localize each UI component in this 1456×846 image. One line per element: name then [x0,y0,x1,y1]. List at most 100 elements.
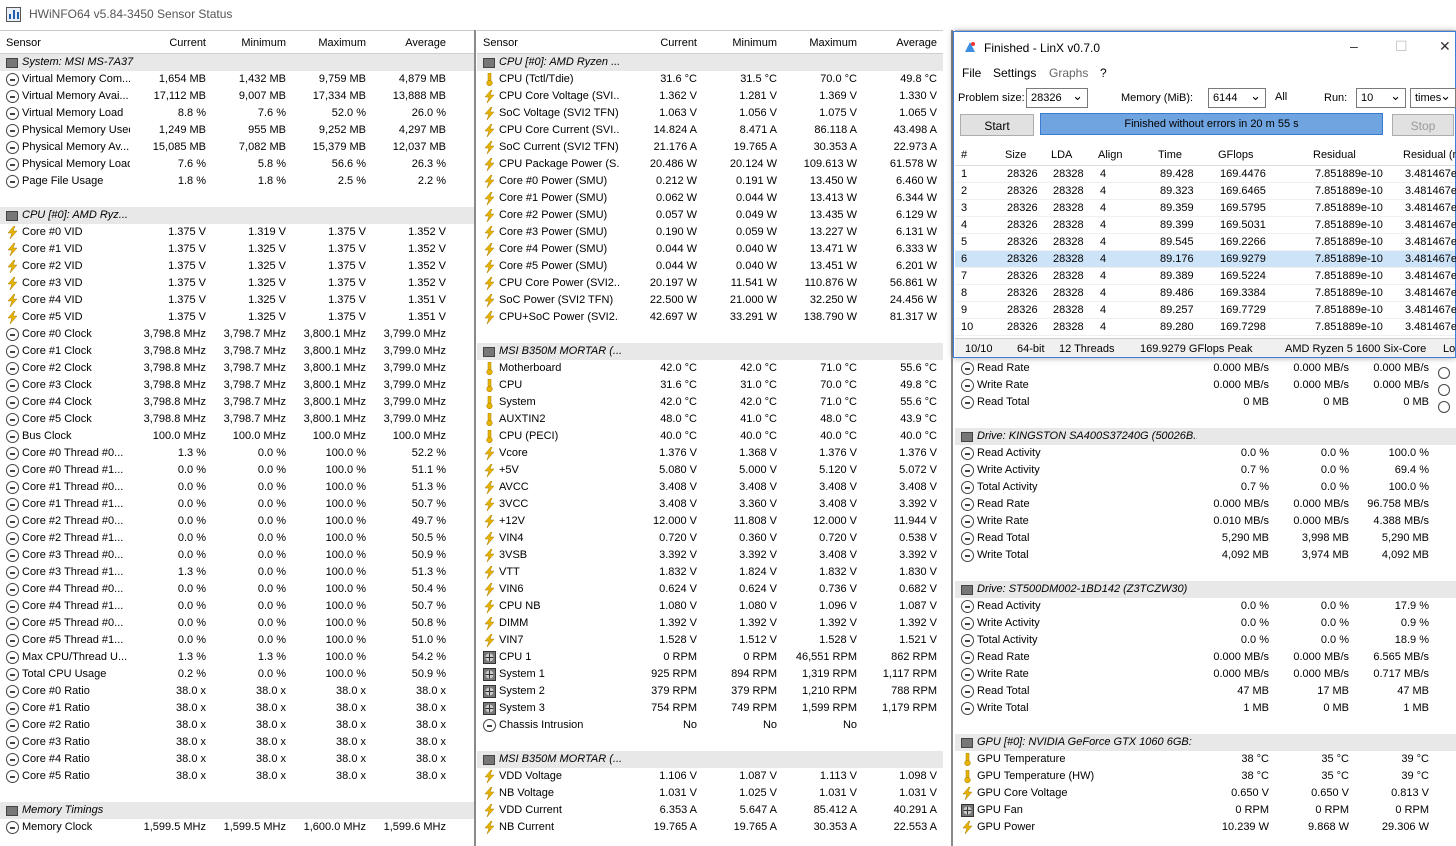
sensor-row[interactable]: Core #1 Thread #0... 0.0 % 0.0 % 100.0 % 51.… [0,479,474,496]
sensor-row[interactable]: CPU Core Current (SVI... 14.824 A 8.471 A 8… [477,122,943,139]
sensor-panel-2[interactable]: Sensor Current Minimum Maximum Average CPU [#… [477,30,943,846]
sensor-row[interactable]: Write Total 1 MB 0 MB 1 MB [955,700,1456,717]
sensor-row[interactable]: Core #1 Power (SMU) 0.062 W 0.044 W 13.413 … [477,190,943,207]
sensor-row[interactable]: Core #4 Clock 3,798.8 MHz 3,798.7 MHz 3,800… [0,394,474,411]
column-header-minimum[interactable]: Minimum [732,37,777,49]
problem-size-select[interactable]: 28326 [1026,88,1088,108]
sensor-row[interactable]: Core #4 Ratio 38.0 x 38.0 x 38.0 x 38.0 x [0,751,474,768]
results-header-cell[interactable]: Residual [1313,149,1356,161]
sensor-row[interactable]: Physical Memory Used 1,249 MB 955 MB 9,252 … [0,122,474,139]
sensor-row[interactable]: Core #2 Clock 3,798.8 MHz 3,798.7 MHz 3,800… [0,360,474,377]
column-header-sensor[interactable]: Sensor [6,37,41,49]
sensor-row[interactable]: System 42.0 °C 42.0 °C 71.0 °C 55.6 °C [477,394,943,411]
results-row[interactable]: 8 28326 28328 4 89.486 169.3384 7.851889e-10 3.… [955,285,1456,302]
sensor-row[interactable]: Write Rate 0.000 MB/s 0.000 MB/s 0.717 MB/s [955,666,1456,683]
sensor-group-header[interactable]: Drive: KINGSTON SA400S37240G (50026B... [955,428,1456,445]
sensor-row[interactable]: Core #5 Thread #0... 0.0 % 0.0 % 100.0 % 50.… [0,615,474,632]
sensor-row[interactable]: Core #5 Ratio 38.0 x 38.0 x 38.0 x 38.0 x [0,768,474,785]
results-row[interactable]: 9 28326 28328 4 89.257 169.7729 7.851889e-10 3.… [955,302,1456,319]
sensor-row[interactable]: Core #5 VID 1.375 V 1.325 V 1.375 V 1.351 V [0,309,474,326]
sensor-row[interactable]: Core #0 Power (SMU) 0.212 W 0.191 W 13.450 … [477,173,943,190]
sensor-row[interactable]: System 3 754 RPM 749 RPM 1,599 RPM 1,179 RPM [477,700,943,717]
sensor-row[interactable]: Core #4 VID 1.375 V 1.325 V 1.375 V 1.351 V [0,292,474,309]
column-header-maximum[interactable]: Maximum [318,37,366,49]
sensor-row[interactable]: Read Total 0 MB 0 MB 0 MB [955,394,1456,411]
sensor-row[interactable]: Total Activity 0.0 % 0.0 % 18.9 % [955,632,1456,649]
sensor-row[interactable]: CPU NB 1.080 V 1.080 V 1.096 V 1.087 V [477,598,943,615]
menu-settings[interactable]: Settings [993,66,1036,80]
sensor-row[interactable]: Virtual Memory Com... 1,654 MB 1,432 MB 9,7… [0,71,474,88]
sensor-row[interactable]: Read Rate 0.000 MB/s 0.000 MB/s 96.758 MB/s [955,496,1456,513]
sensor-row[interactable]: +12V 12.000 V 11.808 V 12.000 V 11.944 V [477,513,943,530]
sensor-row[interactable]: Core #0 Ratio 38.0 x 38.0 x 38.0 x 38.0 x [0,683,474,700]
sensor-row[interactable]: Core #3 Power (SMU) 0.190 W 0.059 W 13.227 … [477,224,943,241]
menu-help[interactable]: ? [1100,66,1107,80]
sensor-row[interactable]: VDD Current 6.353 A 5.647 A 85.412 A 40.291 … [477,802,943,819]
sensor-row[interactable]: Read Rate 0.000 MB/s 0.000 MB/s 0.000 MB/s [955,360,1456,377]
sensor-row[interactable]: CPU (Tctl/Tdie) 31.6 °C 31.5 °C 70.0 °C 49.8… [477,71,943,88]
sensor-row[interactable]: SoC Voltage (SVI2 TFN) 1.063 V 1.056 V 1.07… [477,105,943,122]
sensor-group-header[interactable]: Memory Timings [0,802,474,819]
sensor-row[interactable]: Core #0 Clock 3,798.8 MHz 3,798.7 MHz 3,800… [0,326,474,343]
sensor-row[interactable]: Core #2 Thread #0... 0.0 % 0.0 % 100.0 % 49.… [0,513,474,530]
sensor-row[interactable]: Core #3 Thread #0... 0.0 % 0.0 % 100.0 % 50.… [0,547,474,564]
results-row[interactable]: 2 28326 28328 4 89.323 169.6465 7.851889e-10 3.… [955,183,1456,200]
results-row[interactable]: 4 28326 28328 4 89.399 169.5031 7.851889e-10 3.… [955,217,1456,234]
sensor-row[interactable]: Page File Usage 1.8 % 1.8 % 2.5 % 2.2 % [0,173,474,190]
sensor-row[interactable]: Core #2 Ratio 38.0 x 38.0 x 38.0 x 38.0 x [0,717,474,734]
results-header-cell[interactable]: LDA [1051,149,1072,161]
sensor-row[interactable]: CPU+SoC Power (SVI2... 42.697 W 33.291 W 13… [477,309,943,326]
sensor-row[interactable]: Read Total 47 MB 17 MB 47 MB [955,683,1456,700]
window-titlebar[interactable]: HWiNFO64 v5.84-3450 Sensor Status [0,0,1456,30]
sensor-row[interactable]: Vcore 1.376 V 1.368 V 1.376 V 1.376 V [477,445,943,462]
results-table[interactable]: # Size LDA Align Time GFlops Residual Residual … [955,144,1456,336]
sensor-row[interactable]: Core #5 Thread #1... 0.0 % 0.0 % 100.0 % 51.… [0,632,474,649]
sensor-row[interactable]: CPU Core Voltage (SVI... 1.362 V 1.281 V 1.… [477,88,943,105]
sensor-row[interactable]: Core #2 Power (SMU) 0.057 W 0.049 W 13.435 … [477,207,943,224]
column-header-current[interactable]: Current [660,37,697,49]
sensor-row[interactable]: CPU Package Power (S... 20.486 W 20.124 W 1… [477,156,943,173]
sensor-row[interactable]: System 1 925 RPM 894 RPM 1,319 RPM 1,117 RPM [477,666,943,683]
sensor-row[interactable]: Total CPU Usage 0.2 % 0.0 % 100.0 % 50.9 % [0,666,474,683]
column-header-average[interactable]: Average [896,37,937,49]
sensor-row[interactable]: Read Rate 0.000 MB/s 0.000 MB/s 6.565 MB/s [955,649,1456,666]
sensor-row[interactable]: VDD Voltage 1.106 V 1.087 V 1.113 V 1.098 V [477,768,943,785]
sensor-row[interactable]: Write Activity 0.0 % 0.0 % 0.9 % [955,615,1456,632]
sensor-row[interactable]: NB Voltage 1.031 V 1.025 V 1.031 V 1.031 V [477,785,943,802]
column-header-maximum[interactable]: Maximum [809,37,857,49]
sensor-row[interactable]: SoC Current (SVI2 TFN) 21.176 A 19.765 A 30… [477,139,943,156]
sensor-row[interactable]: Core #3 VID 1.375 V 1.325 V 1.375 V 1.352 V [0,275,474,292]
sensor-row[interactable]: VTT 1.832 V 1.824 V 1.832 V 1.830 V [477,564,943,581]
all-checkbox-label[interactable]: All [1275,91,1287,103]
sensor-row[interactable]: GPU Fan 0 RPM 0 RPM 0 RPM [955,802,1456,819]
sensor-row[interactable]: Virtual Memory Load 8.8 % 7.6 % 52.0 % 26.0 … [0,105,474,122]
column-header-average[interactable]: Average [405,37,446,49]
sensor-row[interactable]: Write Rate 0.000 MB/s 0.000 MB/s 0.000 MB/s [955,377,1456,394]
results-header-cell[interactable]: Residual (norm.) [1403,149,1456,161]
sensor-row[interactable]: DIMM 1.392 V 1.392 V 1.392 V 1.392 V [477,615,943,632]
sensor-row[interactable]: CPU Core Power (SVI2... 20.197 W 11.541 W 1… [477,275,943,292]
sensor-row[interactable]: Virtual Memory Avai... 17,112 MB 9,007 MB 1… [0,88,474,105]
sensor-row[interactable]: Core #5 Clock 3,798.8 MHz 3,798.7 MHz 3,800… [0,411,474,428]
sensor-row[interactable]: Core #2 Thread #1... 0.0 % 0.0 % 100.0 % 50.… [0,530,474,547]
results-row[interactable]: 1 28326 28328 4 89.428 169.4476 7.851889e-10 3.… [955,166,1456,183]
sensor-row[interactable]: Core #0 Thread #0... 1.3 % 0.0 % 100.0 % 52.… [0,445,474,462]
start-button[interactable]: Start [960,114,1034,136]
sensor-row[interactable]: Core #3 Thread #1... 1.3 % 0.0 % 100.0 % 51.… [0,564,474,581]
sensor-row[interactable]: GPU Temperature 38 °C 35 °C 39 °C [955,751,1456,768]
sensor-panel-1[interactable]: Sensor Current Minimum Maximum Average System… [0,30,474,846]
sensor-row[interactable]: AUXTIN2 48.0 °C 41.0 °C 48.0 °C 43.9 °C [477,411,943,428]
sensor-row[interactable]: Memory Clock 1,599.5 MHz 1,599.5 MHz 1,600.… [0,819,474,836]
sensor-group-header[interactable]: GPU [#0]: NVIDIA GeForce GTX 1060 6GB: [955,734,1456,751]
sensor-row[interactable]: Core #0 VID 1.375 V 1.319 V 1.375 V 1.352 V [0,224,474,241]
results-header-cell[interactable]: Size [1005,149,1026,161]
column-header-sensor[interactable]: Sensor [483,37,518,49]
sensor-row[interactable]: GPU Power 10.239 W 9.868 W 29.306 W [955,819,1456,836]
results-header-cell[interactable]: Time [1158,149,1182,161]
sensor-row[interactable]: Physical Memory Load 7.6 % 5.8 % 56.6 % 26.3… [0,156,474,173]
stop-button[interactable]: Stop [1392,114,1454,136]
sensor-row[interactable]: System 2 379 RPM 379 RPM 1,210 RPM 788 RPM [477,683,943,700]
sensor-row[interactable]: Core #4 Thread #1... 0.0 % 0.0 % 100.0 % 50.… [0,598,474,615]
sensor-group-header[interactable]: CPU [#0]: AMD Ryzen ... [477,54,943,71]
sensor-row[interactable]: AVCC 3.408 V 3.408 V 3.408 V 3.408 V [477,479,943,496]
